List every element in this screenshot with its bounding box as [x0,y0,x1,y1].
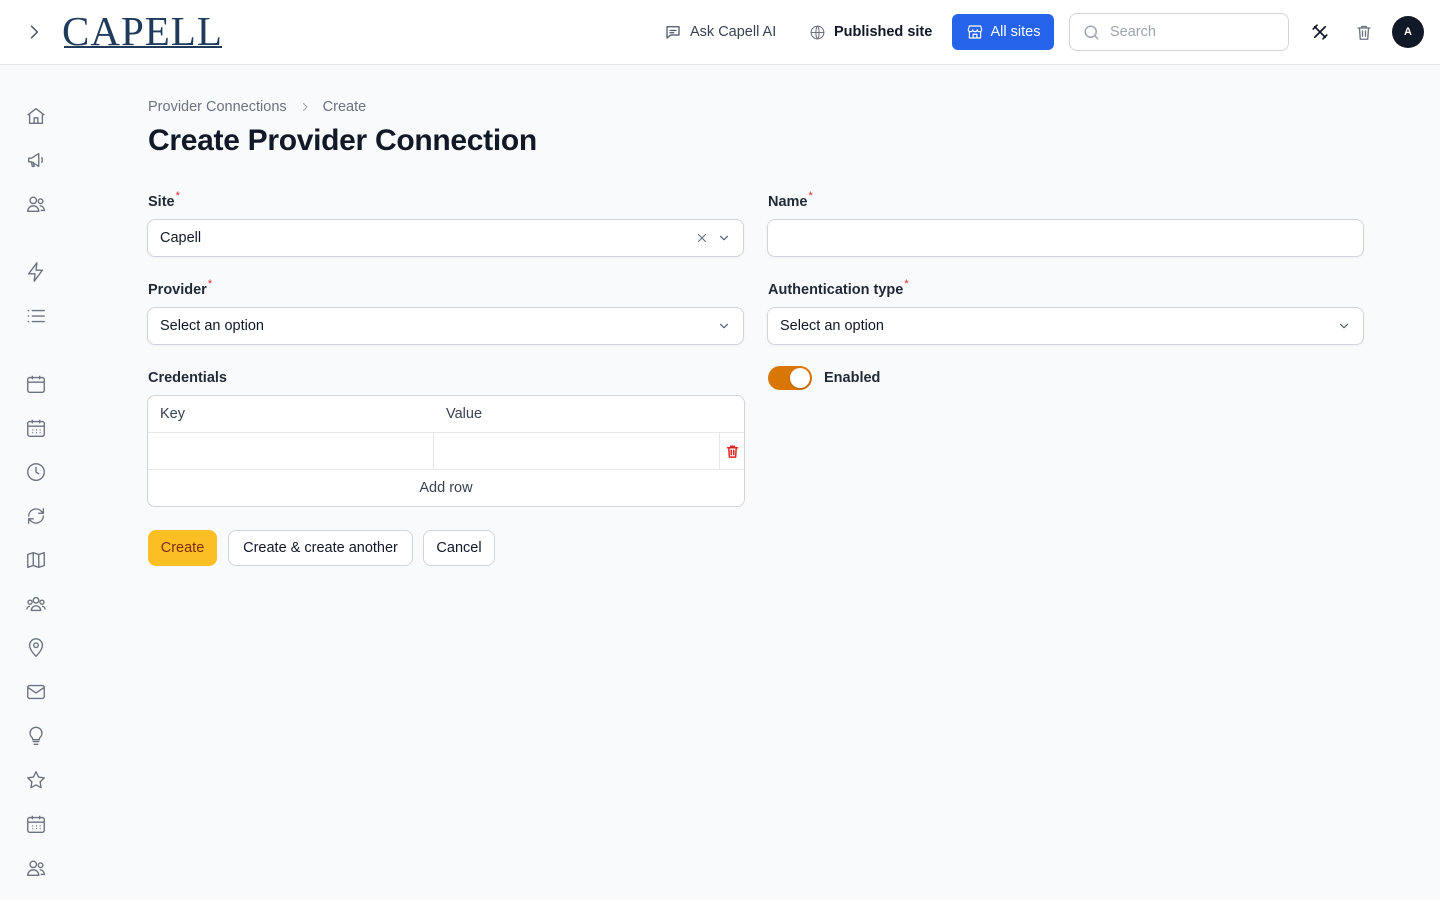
name-label: Name * [768,190,813,212]
create-button[interactable]: Create [148,530,217,566]
all-sites-button[interactable]: All sites [952,14,1054,50]
tools-icon[interactable] [1308,20,1332,44]
create-another-button[interactable]: Create & create another [228,530,413,566]
logo-underline [64,46,222,48]
key-column-header: Key [160,406,185,422]
clear-x-icon[interactable] [695,231,709,245]
auth-type-select-value: Select an option [780,318,884,334]
site-select-value: Capell [160,230,202,246]
search-box[interactable] [1069,13,1289,51]
credentials-label-text: Credentials [148,370,227,386]
site-label-text: Site [148,194,175,210]
provider-label: Provider * [148,278,213,300]
map-icon[interactable] [24,548,48,572]
required-mark: * [207,278,213,290]
user-avatar[interactable]: A [1392,16,1424,48]
provider-label-text: Provider [148,282,207,298]
auth-type-select[interactable]: Select an option [767,307,1364,345]
toggle-knob [790,368,810,388]
ask-ai-button[interactable]: Ask Capell AI [664,19,776,45]
chevron-down-icon [719,235,729,241]
site-label: Site * [148,190,180,212]
users-icon[interactable] [24,856,48,880]
trash-icon[interactable] [1352,20,1376,44]
list-icon[interactable] [24,304,48,328]
credentials-table-header: Key Value [148,396,744,433]
breadcrumb: Provider Connections Create [148,97,366,117]
published-site-label: Published site [834,24,933,40]
calendar-icon[interactable] [24,372,48,396]
bolt-icon[interactable] [24,260,48,284]
calendar-days-icon[interactable] [24,416,48,440]
name-field[interactable] [767,219,1364,257]
page-title: Create Provider Connection [148,124,537,157]
search-icon [1084,24,1099,40]
name-label-text: Name [768,194,808,210]
value-column-header: Value [446,406,483,422]
enabled-toggle[interactable] [768,366,812,390]
chevron-right-icon [302,103,308,111]
lightbulb-icon[interactable] [24,724,48,748]
clock-icon[interactable] [24,460,48,484]
delete-row-button[interactable] [720,433,744,469]
published-site-button[interactable]: Published site [809,19,932,45]
ask-ai-label: Ask Capell AI [690,24,777,40]
breadcrumb-current: Create [322,99,367,115]
users-icon[interactable] [24,192,48,216]
enabled-label-text: Enabled [824,370,881,386]
refresh-icon[interactable] [24,504,48,528]
site-select[interactable]: Capell [147,219,744,257]
globe-icon [810,25,825,39]
required-mark: * [808,190,813,202]
chevron-right-icon[interactable] [22,20,46,44]
chevron-down-icon [719,323,729,329]
storefront-icon [967,25,982,39]
enabled-label: Enabled [824,368,880,388]
user-group-icon[interactable] [24,592,48,616]
map-pin-icon[interactable] [24,636,48,660]
credentials-table: Key Value Add row [147,395,745,507]
provider-select-value: Select an option [160,318,264,334]
cancel-button[interactable]: Cancel [423,530,495,566]
all-sites-label: All sites [990,24,1041,40]
megaphone-icon[interactable] [24,148,48,172]
chevron-down-icon [1339,323,1349,329]
breadcrumb-parent-link[interactable]: Provider Connections [148,99,287,115]
required-mark: * [904,278,909,290]
envelope-icon[interactable] [24,680,48,704]
top-bar: CAPELL Ask Capell AI Published site All … [0,0,1440,65]
credentials-label: Credentials [148,368,227,388]
chat-bubble-icon [666,26,680,39]
required-mark: * [175,190,180,202]
auth-type-label-text: Authentication type [768,282,904,298]
trash-icon [726,444,738,458]
table-row [148,433,744,470]
name-input[interactable] [780,230,1351,246]
key-cell-input[interactable] [148,433,434,469]
home-icon[interactable] [24,104,48,128]
auth-type-label: Authentication type * [768,278,909,300]
provider-select[interactable]: Select an option [147,307,744,345]
add-row-button[interactable]: Add row [148,470,744,506]
search-input[interactable] [1110,24,1270,40]
star-icon[interactable] [24,768,48,792]
calendar-days-icon[interactable] [24,812,48,836]
value-cell-input[interactable] [434,433,720,469]
